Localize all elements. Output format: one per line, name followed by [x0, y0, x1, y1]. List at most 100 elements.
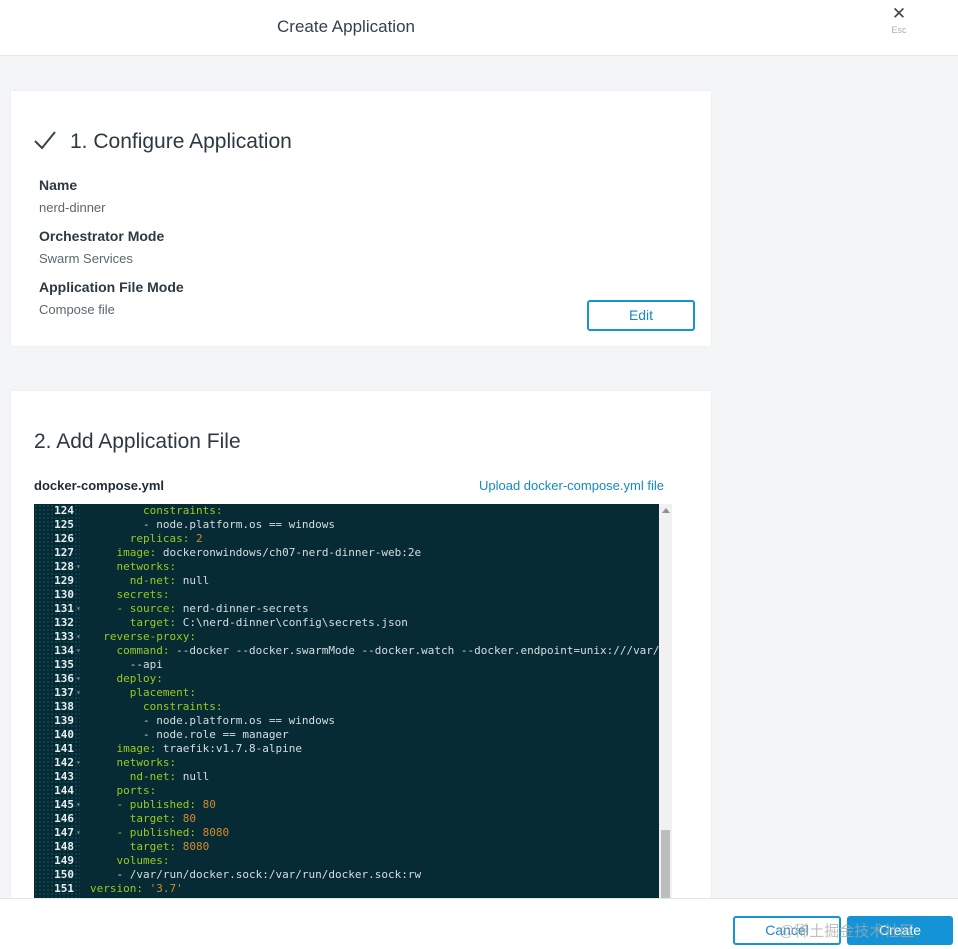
editor-line: 137 ▾ placement:: [34, 686, 659, 700]
line-number: 129: [54, 574, 74, 587]
yaml-key: target:: [129, 812, 177, 825]
code-text: - node.platform.os == windows: [90, 714, 335, 728]
editor-line: 146 target: 80: [34, 812, 659, 826]
yaml-key: nd-net:: [129, 770, 177, 783]
yaml-key: replicas:: [129, 532, 190, 545]
code-text: image: dockeronwindows/ch07-nerd-dinner-…: [90, 546, 422, 560]
yaml-value: --docker --docker.swarmMode --docker.wat…: [169, 644, 660, 657]
editor-line: 148 target: 8080: [34, 840, 659, 854]
cancel-button[interactable]: Cancel: [733, 916, 841, 945]
yaml-key: command:: [116, 644, 170, 657]
editor-line: 150 - /var/run/docker.sock:/var/run/dock…: [34, 868, 659, 882]
fold-arrow-icon[interactable]: ▾: [76, 686, 81, 700]
line-number: 135: [54, 658, 74, 671]
yaml-value: C:\nerd-dinner\config\secrets.json: [176, 616, 408, 629]
check-icon: [34, 131, 56, 150]
editor-line: 125 - node.platform.os == windows: [34, 518, 659, 532]
orchestrator-mode-value: Swarm Services: [39, 251, 133, 266]
yaml-key: - published:: [116, 798, 196, 811]
editor-line: 127 image: dockeronwindows/ch07-nerd-din…: [34, 546, 659, 560]
fold-arrow-icon[interactable]: ▾: [76, 756, 81, 770]
editor-line: 138 constraints:: [34, 700, 659, 714]
editor-line: 133 ▾ reverse-proxy:: [34, 630, 659, 644]
editor-lines[interactable]: 124 constraints: 125 - node.platform.os =…: [34, 504, 659, 896]
line-number: 124: [54, 504, 74, 517]
code-text: nd-net: null: [90, 574, 209, 588]
code-text: constraints:: [90, 504, 222, 518]
yaml-value: - /var/run/docker.sock:/var/run/docker.s…: [116, 868, 422, 881]
fold-arrow-icon[interactable]: ▾: [76, 672, 81, 686]
code-text: - published: 80: [90, 798, 216, 812]
step1-title: 1. Configure Application: [70, 130, 292, 153]
editor-line: 129 nd-net: null: [34, 574, 659, 588]
yaml-key: placement:: [129, 686, 196, 699]
yaml-value: 8080: [176, 840, 210, 853]
code-text: volumes:: [90, 854, 170, 868]
yaml-value: null: [176, 574, 210, 587]
line-number: 125: [54, 518, 74, 531]
code-text: networks:: [90, 560, 177, 574]
yaml-value: dockeronwindows/ch07-nerd-dinner-web:2e: [156, 546, 422, 559]
upload-compose-file-link[interactable]: Upload docker-compose.yml file: [479, 478, 664, 493]
fold-arrow-icon[interactable]: ▾: [76, 826, 81, 840]
yaml-value: --api: [129, 658, 163, 671]
create-button[interactable]: Create: [847, 916, 953, 945]
line-number: 150: [54, 868, 74, 881]
line-number: 147: [54, 826, 74, 839]
edit-button[interactable]: Edit: [587, 300, 695, 331]
close-icon[interactable]: ✕: [884, 5, 914, 22]
editor-line: 140 - node.role == manager: [34, 728, 659, 742]
editor-line: 151 version: '3.7': [34, 882, 659, 896]
modal-title: Create Application: [277, 17, 415, 36]
editor-line: 147 ▾ - published: 8080: [34, 826, 659, 840]
close-shortcut-label: Esc: [891, 25, 907, 35]
line-number: 149: [54, 854, 74, 867]
yaml-value: nerd-dinner-secrets: [176, 602, 309, 615]
yaml-value: traefik:v1.7.8-alpine: [156, 742, 302, 755]
line-number: 144: [54, 784, 74, 797]
yaml-key: target:: [129, 840, 177, 853]
scroll-up-arrow-icon[interactable]: [662, 508, 670, 513]
code-text: networks:: [90, 756, 177, 770]
editor-line: 144 ports:: [34, 784, 659, 798]
code-editor[interactable]: 124 constraints: 125 - node.platform.os =…: [34, 504, 672, 899]
line-number: 142: [54, 756, 74, 769]
editor-vertical-scrollbar[interactable]: [659, 504, 672, 899]
yaml-value: - node.platform.os == windows: [142, 714, 336, 727]
yaml-value: 2: [189, 532, 203, 545]
code-text: - node.platform.os == windows: [90, 518, 335, 532]
yaml-value: null: [176, 770, 210, 783]
line-number: 146: [54, 812, 74, 825]
line-number: 136: [54, 672, 74, 685]
yaml-key: reverse-proxy:: [103, 630, 196, 643]
line-number: 139: [54, 714, 74, 727]
close-button[interactable]: ✕ Esc: [884, 5, 914, 40]
yaml-key: secrets:: [116, 588, 170, 601]
name-label: Name: [39, 177, 78, 193]
editor-line: 134 ▾ command: --docker --docker.swarmMod…: [34, 644, 659, 658]
yaml-key: constraints:: [142, 504, 223, 517]
code-text: secrets:: [90, 588, 170, 602]
line-number: 141: [54, 742, 74, 755]
fold-arrow-icon[interactable]: ▾: [76, 602, 81, 616]
yaml-value: '3.7': [142, 882, 183, 895]
fold-arrow-icon[interactable]: ▾: [76, 630, 81, 644]
line-number: 130: [54, 588, 74, 601]
editor-line: 126 replicas: 2: [34, 532, 659, 546]
scrollbar-thumb[interactable]: [661, 830, 670, 899]
editor-line: 139 - node.platform.os == windows: [34, 714, 659, 728]
yaml-key: volumes:: [116, 854, 170, 867]
yaml-key: image:: [116, 742, 157, 755]
editor-line: 130 secrets:: [34, 588, 659, 602]
yaml-key: networks:: [116, 560, 177, 573]
fold-arrow-icon[interactable]: ▾: [76, 560, 81, 574]
fold-arrow-icon[interactable]: ▾: [76, 798, 81, 812]
code-text: - node.role == manager: [90, 728, 289, 742]
line-number: 133: [54, 630, 74, 643]
editor-line: 128 ▾ networks:: [34, 560, 659, 574]
code-text: target: 8080: [90, 840, 209, 854]
line-number: 127: [54, 546, 74, 559]
modal-footer: Cancel Create @稀土掘金技术社区: [0, 898, 958, 949]
fold-arrow-icon[interactable]: ▾: [76, 644, 81, 658]
yaml-value: 80: [176, 812, 196, 825]
